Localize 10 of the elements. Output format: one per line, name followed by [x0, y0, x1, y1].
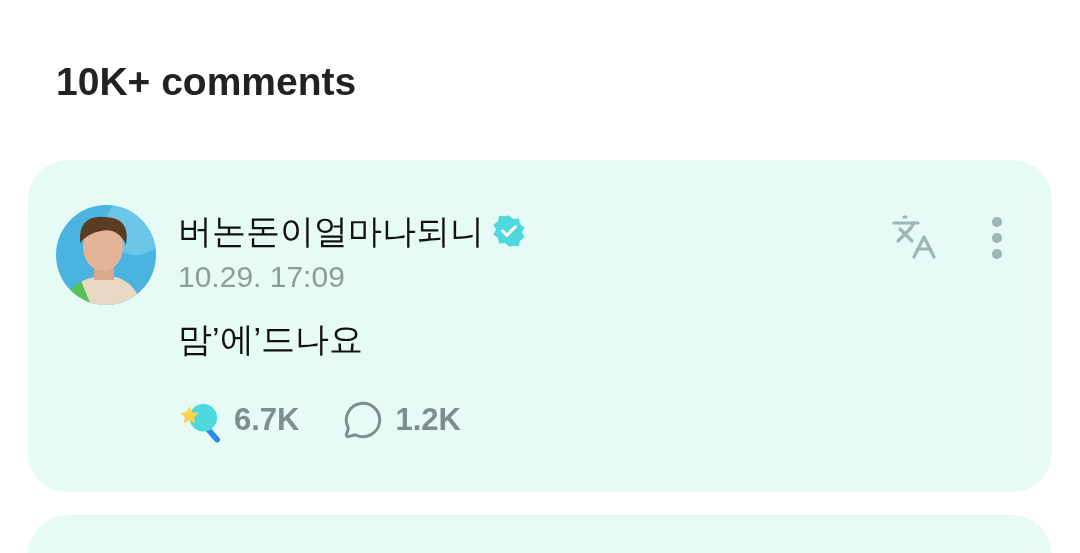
- translate-button[interactable]: [890, 213, 938, 261]
- comments-heading: 10K+ comments: [56, 62, 358, 101]
- reply-button[interactable]: 1.2K: [343, 397, 461, 444]
- speech-bubble-icon: [343, 400, 384, 441]
- like-button[interactable]: 6.7K: [178, 397, 300, 444]
- comment-text: 맘’에’드나요: [178, 319, 365, 360]
- more-icon: [992, 217, 1002, 259]
- author-name[interactable]: 버논돈이얼마나되니: [178, 205, 484, 257]
- translate-icon: [890, 213, 938, 261]
- comment-date: 10.29. 17:09: [178, 259, 346, 295]
